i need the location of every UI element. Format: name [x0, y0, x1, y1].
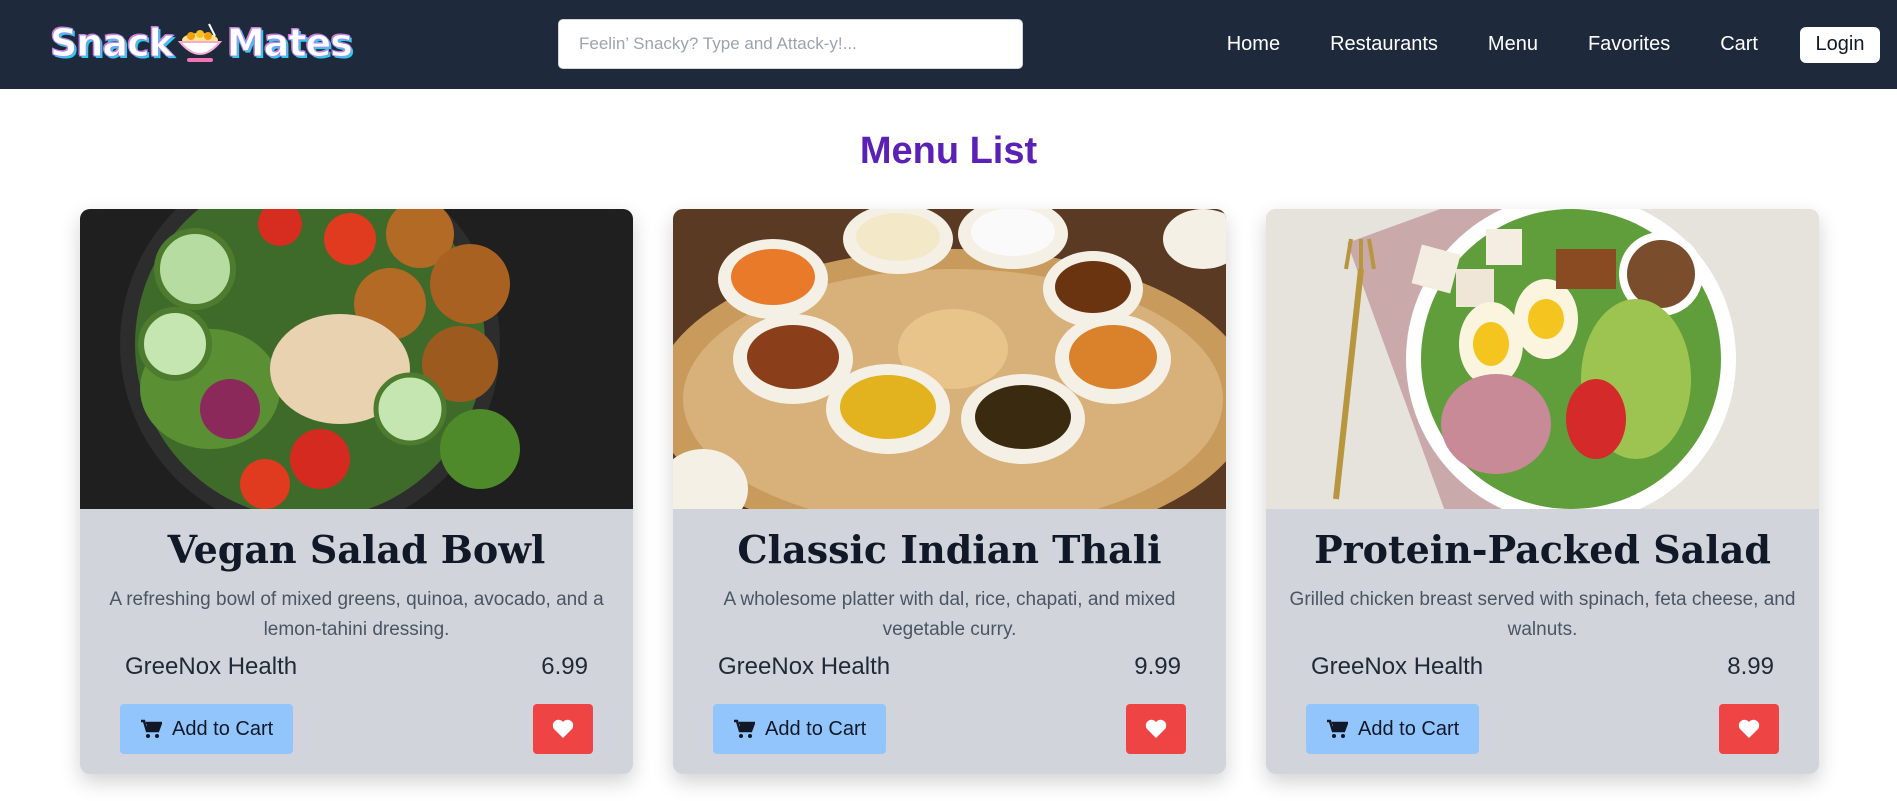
card-title: Vegan Salad Bowl: [167, 527, 546, 572]
search-input[interactable]: [558, 19, 1023, 69]
menu-card: Classic Indian Thali A wholesome platter…: [673, 209, 1226, 774]
card-description: A refreshing bowl of mixed greens, quino…: [109, 588, 604, 640]
restaurant-name: GreeNox Health: [125, 652, 298, 680]
card-meta: GreeNox Health 8.99: [1266, 653, 1819, 681]
price: 9.99: [1134, 652, 1181, 680]
add-to-cart-button[interactable]: Add to Cart: [120, 704, 294, 754]
nav-menu-link[interactable]: Menu: [1488, 33, 1538, 56]
food-image-indian-thali: [673, 209, 1226, 509]
brand-name-right: Mates: [226, 21, 353, 66]
card-title: Protein-Packed Salad: [1314, 527, 1771, 572]
add-to-cart-label: Add to Cart: [765, 717, 867, 740]
add-to-cart-label: Add to Cart: [1358, 717, 1460, 740]
card-meta: GreeNox Health 6.99: [80, 653, 633, 681]
card-title: Classic Indian Thali: [737, 527, 1162, 572]
favorite-button[interactable]: [1719, 704, 1779, 754]
nav-menu: Home Restaurants Menu Favorites Cart Log…: [1227, 0, 1897, 89]
menu-card-list: Vegan Salad Bowl A refreshing bowl of mi…: [80, 209, 1820, 774]
bowl-icon: [175, 22, 225, 64]
brand-name-left: Snack: [50, 21, 175, 66]
cart-icon: [734, 719, 755, 738]
food-image-protein-salad: [1266, 209, 1819, 509]
card-actions: Add to Cart: [120, 704, 593, 754]
card-actions: Add to Cart: [713, 704, 1186, 754]
restaurant-name: GreeNox Health: [1311, 652, 1484, 680]
restaurant-name: GreeNox Health: [718, 652, 891, 680]
card-meta: GreeNox Health 9.99: [673, 653, 1226, 681]
card-actions: Add to Cart: [1306, 704, 1779, 754]
add-to-cart-button[interactable]: Add to Cart: [1306, 704, 1480, 754]
heart-icon: [1145, 719, 1167, 738]
cart-icon: [141, 719, 162, 738]
heart-icon: [1738, 719, 1760, 738]
add-to-cart-label: Add to Cart: [172, 717, 274, 740]
menu-card: Protein-Packed Salad Grilled chicken bre…: [1266, 209, 1819, 774]
card-description: A wholesome platter with dal, rice, chap…: [723, 588, 1176, 640]
nav-restaurants[interactable]: Restaurants: [1330, 33, 1438, 56]
nav-cart[interactable]: Cart: [1720, 33, 1758, 56]
cart-icon: [1327, 719, 1348, 738]
favorite-button[interactable]: [533, 704, 593, 754]
menu-card: Vegan Salad Bowl A refreshing bowl of mi…: [80, 209, 633, 774]
price: 8.99: [1727, 652, 1774, 680]
navbar: Snack Mates Home Restaurants Menu Favori…: [0, 0, 1897, 89]
add-to-cart-button[interactable]: Add to Cart: [713, 704, 887, 754]
nav-favorites[interactable]: Favorites: [1588, 33, 1670, 56]
card-description: Grilled chicken breast served with spina…: [1289, 588, 1796, 640]
nav-home[interactable]: Home: [1227, 33, 1280, 56]
favorite-button[interactable]: [1126, 704, 1186, 754]
price: 6.99: [541, 652, 588, 680]
login-button[interactable]: Login: [1800, 26, 1880, 63]
heart-icon: [552, 719, 574, 738]
page-title: Menu List: [859, 130, 1038, 172]
food-image-vegan-salad: [80, 209, 633, 509]
brand-logo[interactable]: Snack Mates: [50, 18, 354, 68]
